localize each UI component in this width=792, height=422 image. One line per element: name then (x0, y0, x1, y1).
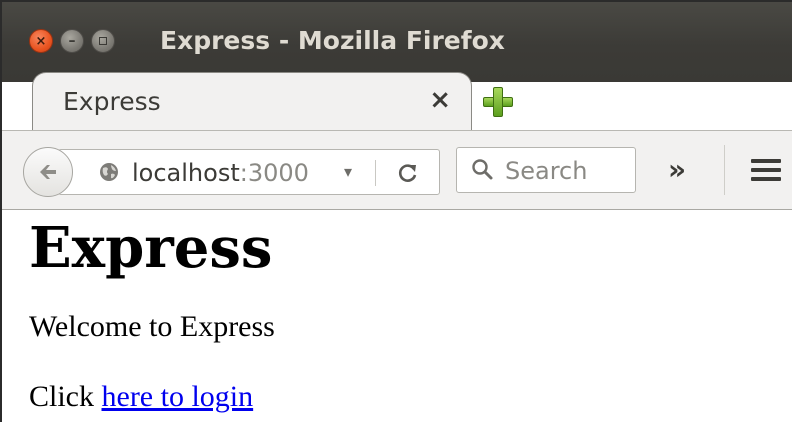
search-bar[interactable]: Search (456, 147, 636, 193)
login-prompt: Click here to login (29, 380, 253, 414)
url-host: localhost (132, 159, 240, 187)
navigation-toolbar: localhost:3000 ▾ Search » (2, 130, 792, 210)
tab-express[interactable]: Express × (32, 72, 472, 134)
window-close-button[interactable]: × (29, 29, 53, 53)
window-title: Express - Mozilla Firefox (160, 26, 505, 55)
chevron-double-right-icon[interactable]: » (668, 153, 686, 186)
url-port: :3000 (239, 159, 309, 187)
maximize-icon (99, 37, 107, 45)
url-separator (375, 160, 376, 186)
new-tab-button[interactable] (483, 87, 513, 117)
menu-line-top (751, 159, 781, 163)
page-content: Express Welcome to Express Click here to… (2, 210, 792, 422)
hamburger-menu-icon[interactable] (751, 159, 781, 181)
login-link[interactable]: here to login (102, 380, 254, 413)
page-heading: Express (29, 215, 273, 281)
click-prefix: Click (29, 380, 102, 413)
plus-icon-vertical (493, 87, 503, 117)
minimize-icon: – (68, 33, 76, 49)
url-bar[interactable]: localhost:3000 ▾ (58, 149, 440, 195)
url-text[interactable]: localhost:3000 (132, 159, 309, 187)
window-minimize-button[interactable]: – (60, 29, 84, 53)
tab-label: Express (63, 87, 161, 116)
tab-close-icon[interactable]: × (429, 85, 451, 115)
welcome-text: Welcome to Express (29, 310, 275, 343)
close-icon: × (35, 33, 47, 49)
menu-line-bottom (751, 177, 781, 181)
globe-icon (100, 163, 118, 181)
reload-icon[interactable] (395, 160, 421, 186)
menu-line-middle (751, 168, 781, 172)
window-maximize-button[interactable] (91, 29, 115, 53)
toolbar-separator (724, 145, 725, 195)
back-button[interactable] (23, 147, 73, 197)
title-bar: × – Express - Mozilla Firefox (2, 2, 792, 82)
search-icon (472, 159, 493, 180)
back-arrow-icon (40, 165, 56, 179)
browser-window: × – Express - Mozilla Firefox Express × … (0, 0, 792, 422)
search-placeholder: Search (505, 157, 588, 185)
url-dropdown-icon[interactable]: ▾ (344, 162, 352, 182)
